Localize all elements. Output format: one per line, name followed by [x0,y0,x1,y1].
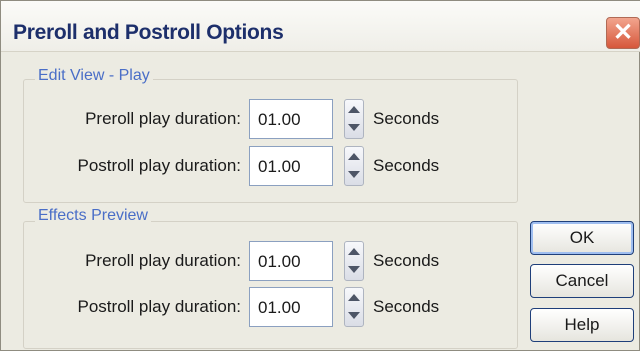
close-button[interactable]: ✕ [606,17,640,49]
edit-view-preroll-label: Preroll play duration: [85,109,241,128]
effects-preview-group-label: Effects Preview [35,207,151,225]
title-bar: Preroll and Postroll Options ✕ [1,1,640,52]
effects-preview-preroll-input[interactable]: 01.00 [249,241,333,281]
edit-view-postroll-label: Postroll play duration: [77,156,241,175]
preroll-postroll-dialog: Preroll and Postroll Options ✕ Edit View… [0,0,640,351]
edit-view-postroll-spinner[interactable] [344,146,364,186]
edit-view-preroll-input[interactable]: 01.00 [249,99,333,139]
dialog-title: Preroll and Postroll Options [13,21,284,44]
ok-button[interactable]: OK [530,221,634,255]
help-button[interactable]: Help [530,308,634,342]
spin-down-icon[interactable] [348,266,360,273]
effects-preview-postroll-spinner[interactable] [344,287,364,327]
effects-preview-preroll-label: Preroll play duration: [85,251,241,270]
spin-up-icon[interactable] [348,106,360,113]
edit-view-postroll-unit: Seconds [373,156,440,175]
spin-down-icon[interactable] [348,171,360,178]
effects-preview-postroll-input[interactable]: 01.00 [249,287,333,327]
edit-view-postroll-input[interactable]: 01.00 [249,146,333,186]
edit-view-preroll-unit: Seconds [373,109,440,128]
spin-up-icon[interactable] [348,153,360,160]
close-icon: ✕ [612,19,634,46]
edit-view-preroll-spinner[interactable] [344,99,364,139]
spin-down-icon[interactable] [348,124,360,131]
effects-preview-preroll-unit: Seconds [373,251,440,270]
effects-preview-postroll-label: Postroll play duration: [77,297,241,316]
effects-preview-preroll-spinner[interactable] [344,241,364,281]
cancel-button[interactable]: Cancel [530,264,634,298]
spin-up-icon[interactable] [348,248,360,255]
effects-preview-postroll-unit: Seconds [373,297,440,316]
edit-view-group-label: Edit View - Play [35,67,153,85]
spin-down-icon[interactable] [348,312,360,319]
spin-up-icon[interactable] [348,294,360,301]
